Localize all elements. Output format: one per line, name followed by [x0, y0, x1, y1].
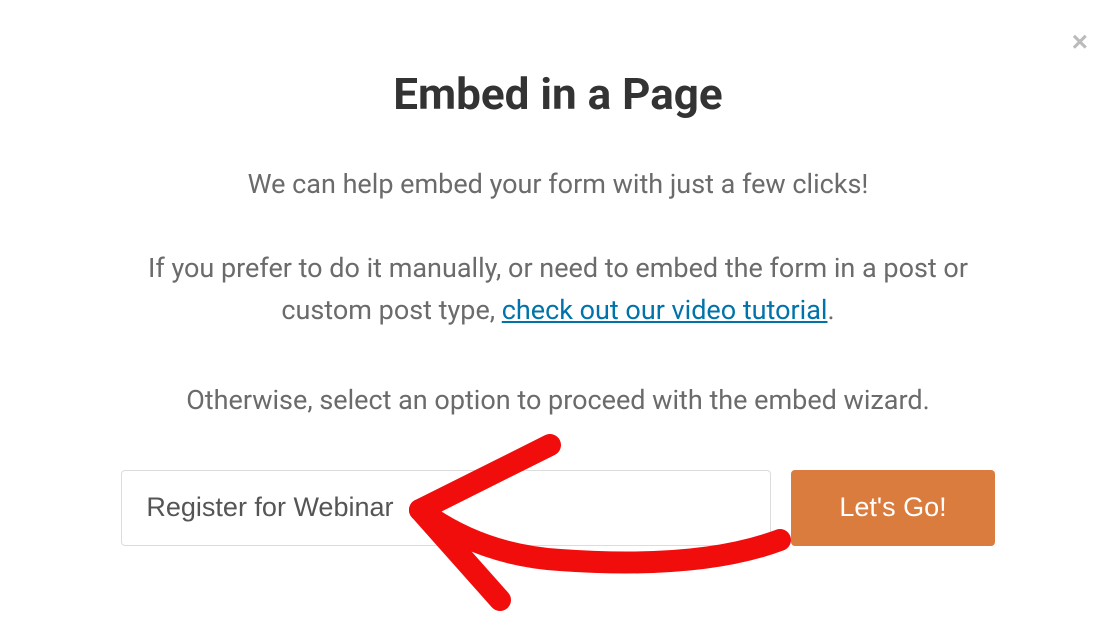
modal-paragraph-1: If you prefer to do it manually, or need…	[118, 248, 998, 332]
embed-modal: Embed in a Page We can help embed your f…	[0, 0, 1116, 546]
modal-title: Embed in a Page	[0, 68, 1116, 120]
page-name-input[interactable]	[121, 470, 771, 546]
modal-paragraph-2: Otherwise, select an option to proceed w…	[118, 380, 998, 422]
paragraph-suffix: .	[828, 294, 835, 326]
modal-subtitle: We can help embed your form with just a …	[0, 168, 1116, 200]
form-row: Let's Go!	[0, 470, 1116, 546]
video-tutorial-link[interactable]: check out our video tutorial	[502, 294, 828, 326]
lets-go-button[interactable]: Let's Go!	[791, 470, 994, 546]
close-button[interactable]: ×	[1072, 28, 1088, 56]
